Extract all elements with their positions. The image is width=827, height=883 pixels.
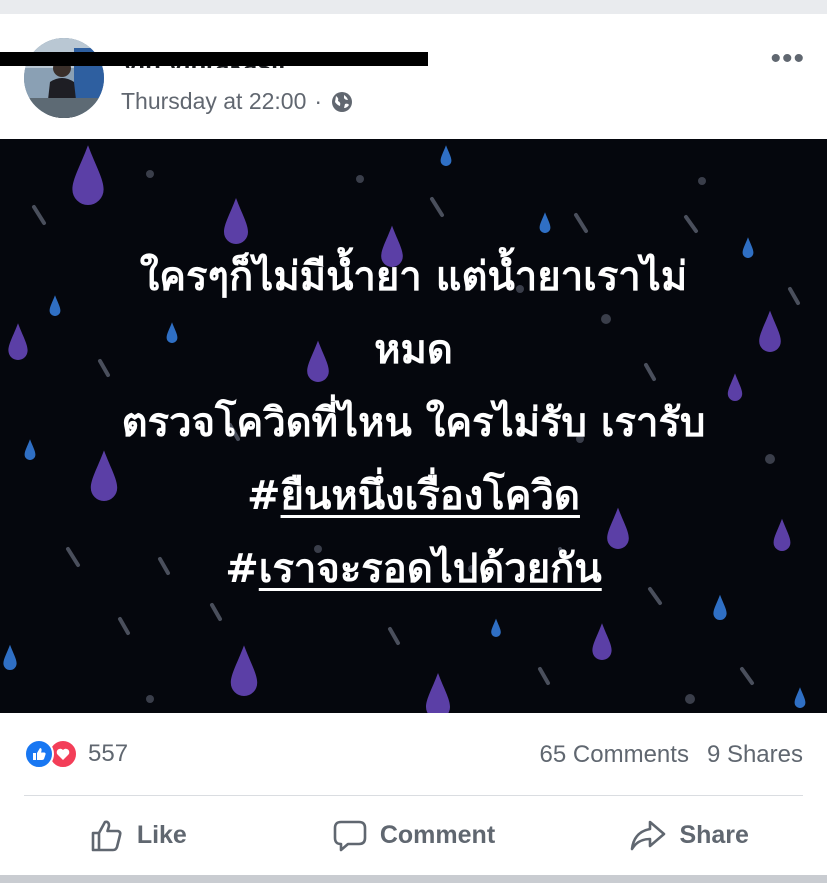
like-reaction-icon [24,739,54,769]
avatar[interactable] [24,38,104,118]
meta-separator: · [314,88,323,114]
thumbs-up-icon [89,818,125,854]
caption-line-3: ตรวจโควิดที่ไหน ใครไม่รับ เรารับ [121,400,706,446]
more-options-icon[interactable]: ••• [770,44,805,74]
post-actions: Like Comment Share [0,796,827,875]
hashtag-prefix-2: # [225,546,259,592]
hashtag-1[interactable]: ยืนหนึ่งเรื่องโควิด [281,473,580,519]
feed-separator [0,875,827,883]
engagement-stats: 557 65 Comments 9 Shares [0,713,827,795]
shares-count[interactable]: 9 Shares [707,741,803,769]
like-label: Like [136,821,187,849]
post-image[interactable]: ใครๆก็ไม่มีน้ำยา แต่น้ำยาเราไม่ หมด ตรวจ… [0,139,827,713]
post-meta: Thursday at 22:00 · [121,88,354,115]
reactions-summary[interactable]: 557 [24,739,128,769]
post-card: Vip Viprakasit Thursday at 22:00 · ••• [0,14,827,875]
reaction-count: 557 [88,740,129,767]
comment-icon [332,818,368,854]
hashtag-line-2: #เราจะรอดไปด้วยกัน [40,533,787,606]
comment-button[interactable]: Comment [276,796,552,875]
post-header: Vip Viprakasit Thursday at 22:00 · ••• [0,14,827,138]
comments-count[interactable]: 65 Comments [540,741,689,769]
hashtag-prefix-1: # [247,473,281,519]
share-label: Share [679,821,749,849]
caption-line-2: หมด [374,327,453,373]
comment-label: Comment [379,821,496,849]
globe-icon [330,90,354,114]
share-arrow-icon [629,818,667,854]
hashtag-line-1: #ยืนหนึ่งเรื่องโควิด [40,460,787,533]
image-caption-text: ใครๆก็ไม่มีน้ำยา แต่น้ำยาเราไม่ หมด ตรวจ… [40,241,787,606]
redaction-bar [0,52,428,66]
post-timestamp[interactable]: Thursday at 22:00 [121,88,306,115]
caption-line-1: ใครๆก็ไม่มีน้ำยา แต่น้ำยาเราไม่ [139,254,688,300]
like-button[interactable]: Like [0,796,276,875]
share-button[interactable]: Share [551,796,827,875]
comment-share-counts: 65 Comments 9 Shares [540,741,803,769]
hashtag-2[interactable]: เราจะรอดไปด้วยกัน [259,546,602,592]
